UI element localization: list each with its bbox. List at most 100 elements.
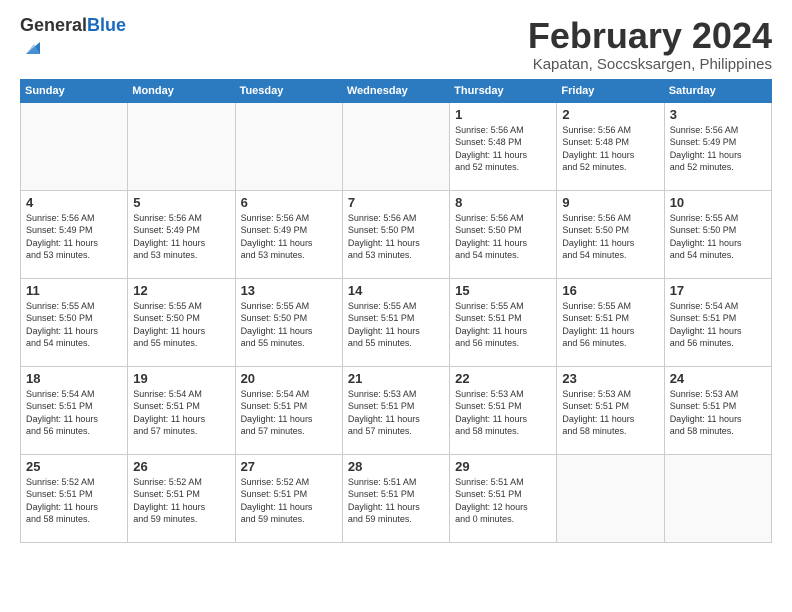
day-info: Sunrise: 5:56 AM Sunset: 5:50 PM Dayligh… [562, 212, 658, 262]
calendar-cell: 27 Sunrise: 5:52 AM Sunset: 5:51 PM Dayli… [235, 454, 342, 542]
calendar-cell: 15 Sunrise: 5:55 AM Sunset: 5:51 PM Dayli… [450, 278, 557, 366]
calendar-cell: 1 Sunrise: 5:56 AM Sunset: 5:48 PM Daylig… [450, 102, 557, 190]
logo-blue: Blue [87, 15, 126, 35]
day-number: 1 [455, 107, 551, 122]
header-sunday: Sunday [21, 79, 128, 102]
day-info: Sunrise: 5:56 AM Sunset: 5:49 PM Dayligh… [133, 212, 229, 262]
week-row-3: 11 Sunrise: 5:55 AM Sunset: 5:50 PM Dayli… [21, 278, 772, 366]
day-number: 15 [455, 283, 551, 298]
day-number: 16 [562, 283, 658, 298]
calendar-cell: 17 Sunrise: 5:54 AM Sunset: 5:51 PM Dayli… [664, 278, 771, 366]
calendar-cell: 28 Sunrise: 5:51 AM Sunset: 5:51 PM Dayli… [342, 454, 449, 542]
day-number: 20 [241, 371, 337, 386]
day-info: Sunrise: 5:51 AM Sunset: 5:51 PM Dayligh… [455, 476, 551, 526]
calendar-cell: 5 Sunrise: 5:56 AM Sunset: 5:49 PM Daylig… [128, 190, 235, 278]
logo-icon [22, 36, 44, 58]
calendar-cell: 21 Sunrise: 5:53 AM Sunset: 5:51 PM Dayli… [342, 366, 449, 454]
day-info: Sunrise: 5:54 AM Sunset: 5:51 PM Dayligh… [133, 388, 229, 438]
calendar-cell: 19 Sunrise: 5:54 AM Sunset: 5:51 PM Dayli… [128, 366, 235, 454]
calendar-cell: 8 Sunrise: 5:56 AM Sunset: 5:50 PM Daylig… [450, 190, 557, 278]
calendar-cell: 9 Sunrise: 5:56 AM Sunset: 5:50 PM Daylig… [557, 190, 664, 278]
day-number: 11 [26, 283, 122, 298]
day-number: 23 [562, 371, 658, 386]
day-info: Sunrise: 5:55 AM Sunset: 5:50 PM Dayligh… [133, 300, 229, 350]
day-number: 13 [241, 283, 337, 298]
day-info: Sunrise: 5:55 AM Sunset: 5:50 PM Dayligh… [241, 300, 337, 350]
day-info: Sunrise: 5:54 AM Sunset: 5:51 PM Dayligh… [26, 388, 122, 438]
title-area: February 2024 Kapatan, Soccsksargen, Phi… [528, 16, 772, 73]
calendar-subtitle: Kapatan, Soccsksargen, Philippines [528, 56, 772, 73]
day-info: Sunrise: 5:55 AM Sunset: 5:51 PM Dayligh… [455, 300, 551, 350]
day-info: Sunrise: 5:53 AM Sunset: 5:51 PM Dayligh… [562, 388, 658, 438]
day-number: 4 [26, 195, 122, 210]
calendar-cell: 7Sunrise: 5:56 AM Sunset: 5:50 PM Daylig… [342, 190, 449, 278]
header-friday: Friday [557, 79, 664, 102]
calendar-cell: 13 Sunrise: 5:55 AM Sunset: 5:50 PM Dayli… [235, 278, 342, 366]
calendar-cell: 3 Sunrise: 5:56 AM Sunset: 5:49 PM Daylig… [664, 102, 771, 190]
calendar-cell: 16 Sunrise: 5:55 AM Sunset: 5:51 PM Dayli… [557, 278, 664, 366]
day-number: 17 [670, 283, 766, 298]
day-number: 26 [133, 459, 229, 474]
calendar-title: February 2024 [528, 16, 772, 56]
day-number: 18 [26, 371, 122, 386]
calendar-cell: 29 Sunrise: 5:51 AM Sunset: 5:51 PM Dayli… [450, 454, 557, 542]
day-info: Sunrise: 5:55 AM Sunset: 5:51 PM Dayligh… [348, 300, 444, 350]
day-info: Sunrise: 5:52 AM Sunset: 5:51 PM Dayligh… [241, 476, 337, 526]
calendar-cell: 4 Sunrise: 5:56 AM Sunset: 5:49 PM Daylig… [21, 190, 128, 278]
day-info: Sunrise: 5:56 AM Sunset: 5:49 PM Dayligh… [670, 124, 766, 174]
calendar-cell: 24Sunrise: 5:53 AM Sunset: 5:51 PM Dayli… [664, 366, 771, 454]
day-number: 5 [133, 195, 229, 210]
day-number: 25 [26, 459, 122, 474]
week-row-5: 25 Sunrise: 5:52 AM Sunset: 5:51 PM Dayli… [21, 454, 772, 542]
calendar-cell [128, 102, 235, 190]
logo: GeneralBlue [20, 16, 126, 63]
header-wednesday: Wednesday [342, 79, 449, 102]
day-info: Sunrise: 5:55 AM Sunset: 5:50 PM Dayligh… [26, 300, 122, 350]
day-number: 6 [241, 195, 337, 210]
calendar-cell: 12 Sunrise: 5:55 AM Sunset: 5:50 PM Dayli… [128, 278, 235, 366]
day-number: 8 [455, 195, 551, 210]
day-info: Sunrise: 5:51 AM Sunset: 5:51 PM Dayligh… [348, 476, 444, 526]
day-number: 19 [133, 371, 229, 386]
calendar-cell [557, 454, 664, 542]
day-info: Sunrise: 5:53 AM Sunset: 5:51 PM Dayligh… [348, 388, 444, 438]
calendar-cell [235, 102, 342, 190]
day-info: Sunrise: 5:54 AM Sunset: 5:51 PM Dayligh… [241, 388, 337, 438]
week-row-4: 18 Sunrise: 5:54 AM Sunset: 5:51 PM Dayli… [21, 366, 772, 454]
day-number: 21 [348, 371, 444, 386]
day-number: 12 [133, 283, 229, 298]
calendar-cell: 22Sunrise: 5:53 AM Sunset: 5:51 PM Dayli… [450, 366, 557, 454]
week-row-2: 4 Sunrise: 5:56 AM Sunset: 5:49 PM Daylig… [21, 190, 772, 278]
day-info: Sunrise: 5:55 AM Sunset: 5:50 PM Dayligh… [670, 212, 766, 262]
calendar-cell: 6 Sunrise: 5:56 AM Sunset: 5:49 PM Daylig… [235, 190, 342, 278]
page-header: GeneralBlue February 2024 Kapatan, Soccs… [20, 16, 772, 73]
calendar-cell [21, 102, 128, 190]
day-number: 9 [562, 195, 658, 210]
day-number: 27 [241, 459, 337, 474]
logo-general: General [20, 15, 87, 35]
day-number: 7 [348, 195, 444, 210]
calendar-cell [664, 454, 771, 542]
day-info: Sunrise: 5:56 AM Sunset: 5:50 PM Dayligh… [455, 212, 551, 262]
calendar-cell: 18 Sunrise: 5:54 AM Sunset: 5:51 PM Dayli… [21, 366, 128, 454]
day-info: Sunrise: 5:54 AM Sunset: 5:51 PM Dayligh… [670, 300, 766, 350]
header-saturday: Saturday [664, 79, 771, 102]
calendar-header-row: SundayMondayTuesdayWednesdayThursdayFrid… [21, 79, 772, 102]
day-info: Sunrise: 5:52 AM Sunset: 5:51 PM Dayligh… [133, 476, 229, 526]
day-number: 28 [348, 459, 444, 474]
day-number: 2 [562, 107, 658, 122]
header-tuesday: Tuesday [235, 79, 342, 102]
day-info: Sunrise: 5:56 AM Sunset: 5:49 PM Dayligh… [241, 212, 337, 262]
header-thursday: Thursday [450, 79, 557, 102]
day-number: 29 [455, 459, 551, 474]
calendar-cell: 11 Sunrise: 5:55 AM Sunset: 5:50 PM Dayli… [21, 278, 128, 366]
day-info: Sunrise: 5:53 AM Sunset: 5:51 PM Dayligh… [455, 388, 551, 438]
calendar-cell: 23 Sunrise: 5:53 AM Sunset: 5:51 PM Dayli… [557, 366, 664, 454]
day-info: Sunrise: 5:55 AM Sunset: 5:51 PM Dayligh… [562, 300, 658, 350]
day-number: 14 [348, 283, 444, 298]
day-info: Sunrise: 5:56 AM Sunset: 5:49 PM Dayligh… [26, 212, 122, 262]
calendar-cell: 26 Sunrise: 5:52 AM Sunset: 5:51 PM Dayli… [128, 454, 235, 542]
day-number: 3 [670, 107, 766, 122]
day-info: Sunrise: 5:56 AM Sunset: 5:48 PM Dayligh… [455, 124, 551, 174]
header-monday: Monday [128, 79, 235, 102]
